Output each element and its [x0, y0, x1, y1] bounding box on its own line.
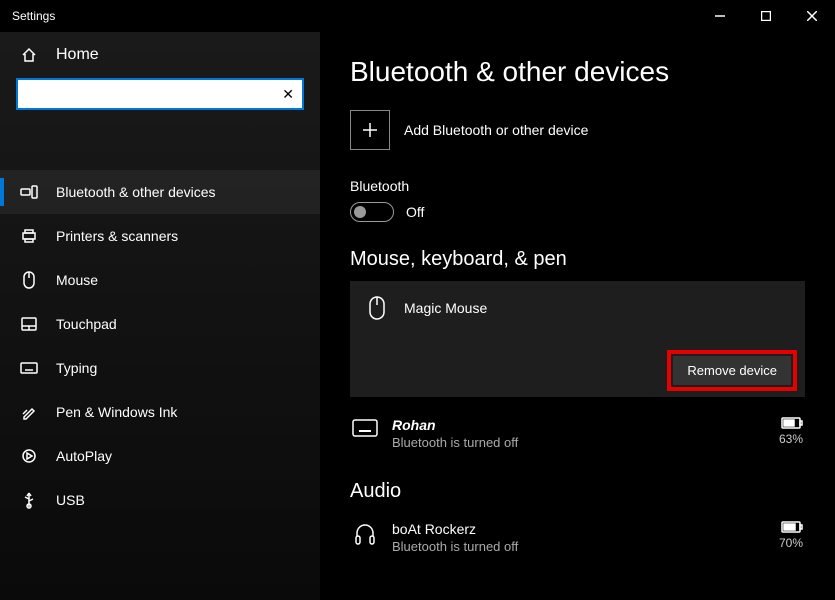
pen-icon — [20, 404, 38, 420]
maximize-button[interactable] — [743, 0, 789, 32]
battery-icon — [779, 417, 803, 432]
search-input[interactable]: ✕ — [16, 78, 304, 110]
bluetooth-toggle[interactable] — [350, 202, 394, 222]
sidebar-item-label: Pen & Windows Ink — [56, 404, 177, 420]
headphones-icon — [352, 523, 378, 547]
add-device-button[interactable]: Add Bluetooth or other device — [350, 110, 805, 150]
sidebar-item-mouse[interactable]: Mouse — [0, 258, 320, 302]
sidebar-item-bluetooth[interactable]: Bluetooth & other devices — [0, 170, 320, 214]
device-card-selected[interactable]: Magic Mouse Remove device — [350, 281, 805, 397]
device-row[interactable]: boAt Rockerz Bluetooth is turned off 70% — [350, 513, 805, 562]
device-row[interactable]: Rohan Bluetooth is turned off 63% — [350, 409, 805, 458]
bluetooth-section-label: Bluetooth — [350, 178, 805, 194]
category-audio: Audio — [350, 480, 805, 503]
page-title: Bluetooth & other devices — [350, 56, 805, 88]
sidebar-item-label: Touchpad — [56, 316, 117, 332]
sidebar-item-autoplay[interactable]: AutoPlay — [0, 434, 320, 478]
sidebar-item-usb[interactable]: USB — [0, 478, 320, 522]
mouse-icon — [20, 271, 38, 289]
device-name: Rohan — [392, 417, 765, 433]
sidebar-item-label: Bluetooth & other devices — [56, 184, 216, 200]
device-name: Magic Mouse — [404, 300, 487, 316]
add-device-label: Add Bluetooth or other device — [404, 122, 588, 138]
window-title: Settings — [12, 9, 55, 23]
home-label: Home — [56, 46, 99, 64]
sidebar-item-label: Typing — [56, 360, 97, 376]
sidebar-item-typing[interactable]: Typing — [0, 346, 320, 390]
titlebar: Settings — [0, 0, 835, 32]
sidebar-item-label: USB — [56, 492, 85, 508]
sidebar-item-pen[interactable]: Pen & Windows Ink — [0, 390, 320, 434]
category-mouse-keyboard-pen: Mouse, keyboard, & pen — [350, 248, 805, 271]
keyboard-icon — [352, 419, 378, 437]
device-status: Bluetooth is turned off — [392, 435, 765, 450]
home-nav[interactable]: Home — [0, 32, 320, 78]
device-status: Bluetooth is turned off — [392, 539, 765, 554]
device-name: boAt Rockerz — [392, 521, 765, 537]
autoplay-icon — [20, 448, 38, 464]
sidebar-item-label: Printers & scanners — [56, 228, 178, 244]
sidebar-item-printers[interactable]: Printers & scanners — [0, 214, 320, 258]
keyboard-icon — [20, 362, 38, 374]
sidebar: Home ✕ Bluetooth & other devices Printer… — [0, 32, 320, 600]
bluetooth-devices-icon — [20, 185, 38, 199]
printer-icon — [20, 228, 38, 244]
remove-device-button[interactable]: Remove device — [673, 356, 791, 385]
battery-percentage: 70% — [779, 536, 803, 550]
sidebar-item-label: Mouse — [56, 272, 98, 288]
bluetooth-toggle-state: Off — [406, 204, 424, 220]
battery-percentage: 63% — [779, 432, 803, 446]
highlight-annotation: Remove device — [667, 350, 797, 391]
home-icon — [20, 47, 38, 63]
search-field[interactable] — [26, 87, 282, 102]
close-button[interactable] — [789, 0, 835, 32]
usb-icon — [20, 491, 38, 509]
sidebar-item-touchpad[interactable]: Touchpad — [0, 302, 320, 346]
clear-icon[interactable]: ✕ — [282, 86, 294, 103]
touchpad-icon — [20, 317, 38, 331]
minimize-button[interactable] — [697, 0, 743, 32]
battery-icon — [779, 521, 803, 536]
sidebar-item-label: AutoPlay — [56, 448, 112, 464]
content-area: Bluetooth & other devices Add Bluetooth … — [320, 32, 835, 600]
mouse-icon — [364, 295, 390, 321]
plus-icon — [350, 110, 390, 150]
